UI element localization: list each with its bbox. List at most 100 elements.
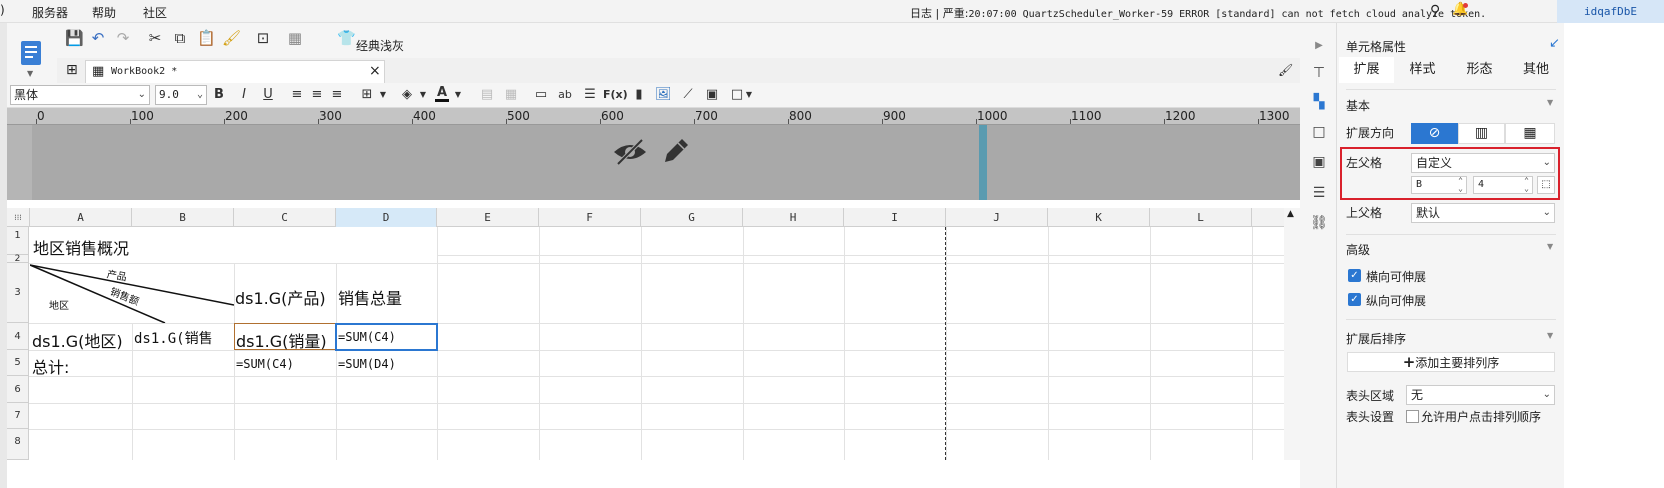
menu-help[interactable]: 帮助 bbox=[92, 4, 116, 21]
chevron-down-icon[interactable]: ▼ bbox=[419, 86, 427, 104]
bold-button[interactable]: B bbox=[211, 86, 227, 104]
header-area-select[interactable]: 无 ⌄ bbox=[1406, 385, 1555, 405]
chevron-right-icon[interactable]: ▶ bbox=[1309, 40, 1329, 58]
cell-b4[interactable]: ds1.G(销售 bbox=[134, 328, 232, 348]
stepper-icon[interactable]: ⌃ ⌄ bbox=[1524, 177, 1529, 193]
user-name[interactable]: idqafDbE bbox=[1557, 0, 1664, 23]
shirt-icon[interactable]: 👕 bbox=[337, 28, 356, 48]
tab-style[interactable]: 样式 bbox=[1394, 57, 1451, 83]
font-size-select[interactable]: 9.0 ⌄ bbox=[155, 85, 207, 105]
list-property-icon[interactable]: ☰ bbox=[1309, 185, 1329, 203]
chevron-down-icon[interactable]: ▼ bbox=[1547, 331, 1553, 340]
h-expand-checkbox[interactable]: ✓ bbox=[1348, 269, 1361, 282]
underline-button[interactable]: U bbox=[260, 86, 276, 104]
fill-color-icon[interactable]: ◈ bbox=[399, 86, 415, 104]
cell-d5[interactable]: =SUM(D4) bbox=[338, 357, 396, 371]
vertical-scrollbar[interactable]: ▲ bbox=[1284, 208, 1300, 460]
column-header-g[interactable]: G bbox=[641, 208, 743, 227]
brush-icon[interactable]: 🖌 bbox=[1278, 63, 1293, 77]
column-header-l[interactable]: L bbox=[1150, 208, 1252, 227]
spreadsheet-grid[interactable]: ⁝⁝⁝ A B C D E F G H I J K L 1 2 3 4 5 6 … bbox=[7, 208, 1284, 460]
grid-view-icon[interactable]: ⊞ bbox=[66, 62, 78, 78]
insert-row-icon[interactable]: ▭ bbox=[533, 86, 549, 104]
cut-icon[interactable]: ✂ bbox=[147, 28, 163, 48]
widget-property-icon[interactable]: □ bbox=[1309, 124, 1329, 142]
align-center-icon[interactable]: ≡ bbox=[309, 86, 325, 104]
column-header-k[interactable]: K bbox=[1048, 208, 1150, 227]
pencil-icon[interactable] bbox=[661, 136, 691, 166]
expand-none-icon[interactable]: ⊘ bbox=[1411, 123, 1458, 144]
subreport-icon[interactable]: ▣ bbox=[704, 86, 720, 104]
column-header-j[interactable]: J bbox=[946, 208, 1048, 227]
column-header-a[interactable]: A bbox=[30, 208, 132, 227]
tab-expand[interactable]: 扩展 bbox=[1339, 57, 1394, 83]
row-header-4[interactable]: 4 bbox=[7, 323, 29, 350]
column-header-c[interactable]: C bbox=[234, 208, 336, 227]
template-icon[interactable] bbox=[20, 40, 42, 66]
expand-horizontal-icon[interactable]: ▦ bbox=[1505, 123, 1555, 144]
cell-property-icon[interactable]: ▚ bbox=[1309, 94, 1329, 112]
font-select[interactable]: 黑体 ⌄ bbox=[10, 85, 150, 105]
add-sort-button[interactable]: +添加主要排列序 bbox=[1347, 352, 1555, 372]
cell-d4[interactable]: =SUM(C4) bbox=[338, 330, 396, 344]
slash-icon[interactable]: ⟋ bbox=[680, 86, 696, 104]
column-header-f[interactable]: F bbox=[539, 208, 641, 227]
formula-button[interactable]: F(x) bbox=[603, 86, 628, 104]
column-header-b[interactable]: B bbox=[132, 208, 234, 227]
text-cell-button[interactable]: ab bbox=[557, 86, 573, 104]
chevron-down-icon[interactable]: ▼ bbox=[379, 86, 387, 104]
left-parent-select[interactable]: 自定义 ⌄ bbox=[1411, 153, 1555, 173]
chevron-down-icon[interactable]: ▼ bbox=[1547, 98, 1553, 107]
chart-icon[interactable]: ▮ bbox=[631, 86, 647, 104]
align-left-icon[interactable]: ≡ bbox=[289, 86, 305, 104]
filter-icon[interactable]: ▣ bbox=[1309, 154, 1329, 172]
copy-icon[interactable]: ⧉ bbox=[172, 28, 188, 48]
column-header-i[interactable]: I bbox=[844, 208, 946, 227]
row-header-3[interactable]: 3 bbox=[7, 263, 29, 323]
column-header-h[interactable]: H bbox=[743, 208, 844, 227]
menu-server[interactable]: 服务器 bbox=[32, 4, 68, 21]
log-bar[interactable]: 日志 | 严重:20:07:00 QuartzScheduler_Worker-… bbox=[910, 5, 1486, 21]
stepper-icon[interactable]: ⌃ ⌄ bbox=[1458, 177, 1463, 193]
tab-workbook2[interactable]: ▦ WorkBook2 * × bbox=[85, 60, 385, 83]
row-header-1[interactable]: 1 bbox=[7, 227, 29, 255]
save-icon[interactable]: 💾 bbox=[65, 28, 84, 48]
search-icon[interactable]: ⚲ bbox=[1430, 3, 1440, 19]
widget-icon[interactable]: □ bbox=[729, 86, 745, 104]
expand-vertical-icon[interactable]: ▥ bbox=[1458, 123, 1505, 144]
cell-c5[interactable]: =SUM(C4) bbox=[236, 357, 294, 371]
align-right-icon[interactable]: ≡ bbox=[329, 86, 345, 104]
tab-other[interactable]: 其他 bbox=[1508, 57, 1564, 83]
page-boundary-marker[interactable] bbox=[979, 125, 987, 200]
cell-c3[interactable]: ds1.G(产品) bbox=[235, 285, 326, 309]
close-icon[interactable]: × bbox=[369, 63, 381, 79]
row-header-5[interactable]: 5 bbox=[7, 350, 29, 376]
left-parent-row-input[interactable]: 4 ⌃ ⌄ bbox=[1473, 176, 1533, 194]
cell-a4[interactable]: ds1.G(地区) bbox=[32, 328, 123, 352]
paragraph-icon[interactable]: ☰ bbox=[582, 86, 598, 104]
theme-label[interactable]: 经典浅灰 bbox=[356, 37, 404, 54]
cell-title[interactable]: 地区销售概况 bbox=[33, 235, 129, 259]
chevron-down-icon[interactable]: ▼ bbox=[27, 69, 33, 78]
image-icon[interactable]: 🖼 bbox=[655, 86, 672, 104]
cell-d3[interactable]: 销售总量 bbox=[338, 285, 402, 309]
border-icon[interactable]: ⊞ bbox=[359, 86, 375, 104]
chevron-down-icon[interactable]: ▼ bbox=[454, 86, 462, 104]
column-header-d[interactable]: D bbox=[336, 208, 437, 227]
cell-a5[interactable]: 总计: bbox=[32, 354, 69, 378]
v-expand-checkbox[interactable]: ✓ bbox=[1348, 293, 1361, 306]
row-header-8[interactable]: 8 bbox=[7, 429, 29, 460]
chevron-down-icon[interactable]: ▼ bbox=[745, 86, 753, 104]
left-collapse-strip[interactable] bbox=[0, 23, 7, 488]
chevron-up-icon[interactable]: ▲ bbox=[1287, 209, 1294, 219]
undo-icon[interactable]: ↶ bbox=[90, 28, 106, 48]
eye-slash-icon[interactable] bbox=[612, 136, 648, 168]
row-header-2[interactable]: 2 bbox=[7, 255, 29, 264]
row-header-7[interactable]: 7 bbox=[7, 403, 29, 429]
link-icon[interactable]: ⛓ bbox=[1309, 215, 1329, 233]
font-color-icon[interactable]: A bbox=[435, 86, 449, 102]
row-header-6[interactable]: 6 bbox=[7, 376, 29, 403]
paste-icon[interactable]: 📋 bbox=[197, 28, 216, 48]
select-all-icon[interactable]: ⁝⁝⁝ bbox=[7, 208, 30, 227]
menu-community[interactable]: 社区 bbox=[143, 4, 167, 21]
